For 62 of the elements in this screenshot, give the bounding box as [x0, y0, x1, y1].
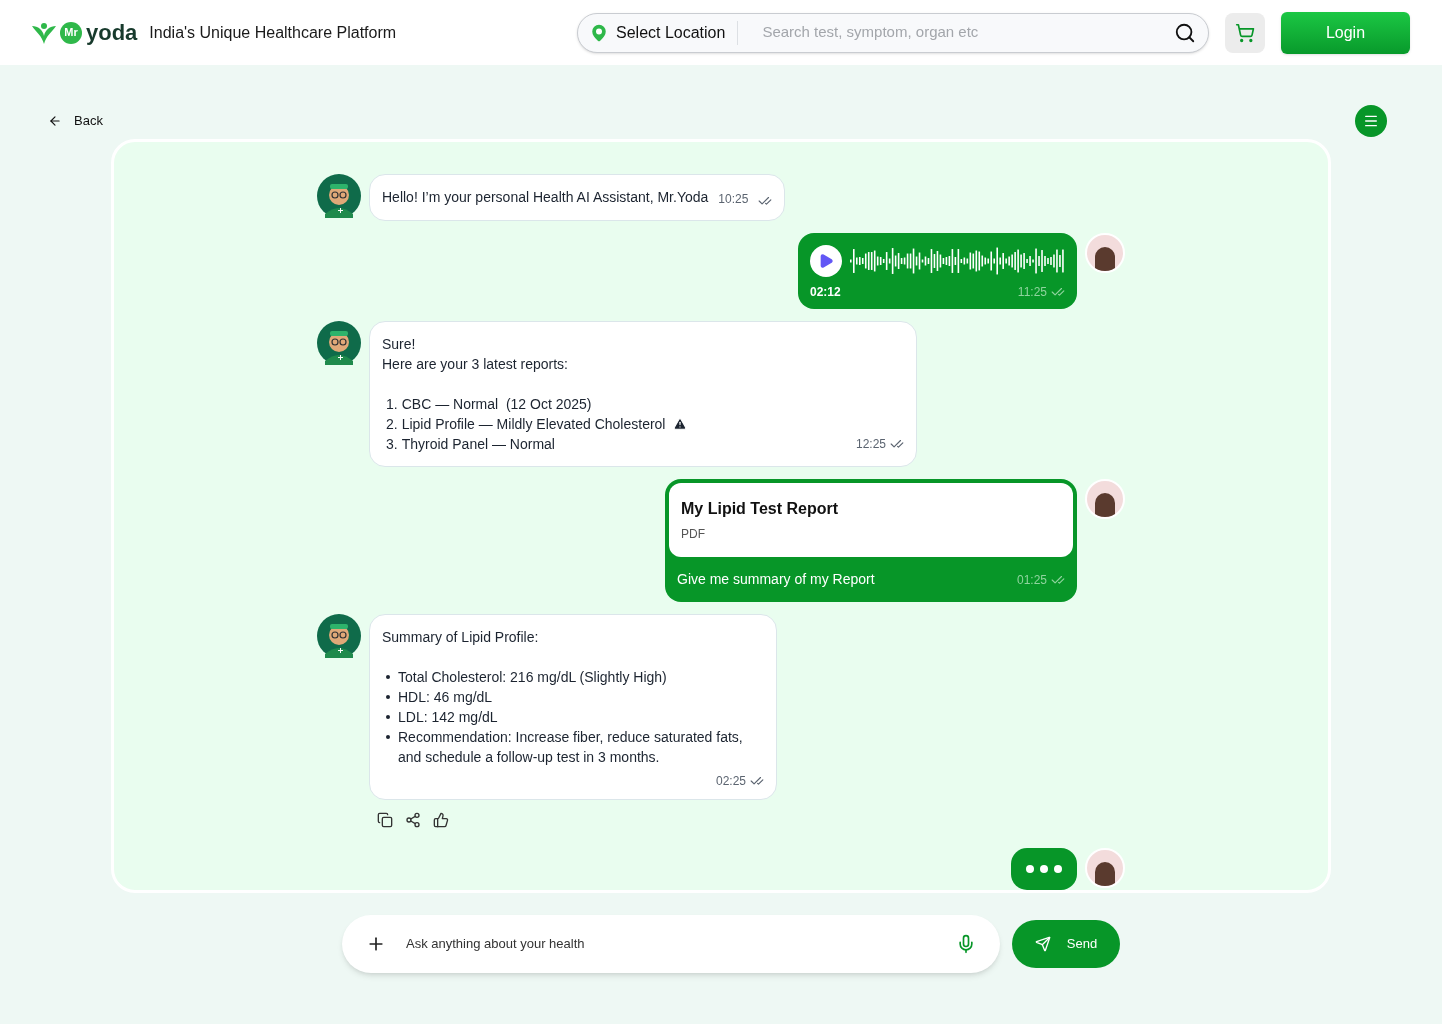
read-ticks-icon [1051, 285, 1065, 299]
share-icon[interactable] [405, 812, 421, 828]
report-item: Thyroid Panel — Normal [401, 435, 555, 454]
message-text: Here are your 3 latest reports: [382, 355, 569, 374]
menu-button[interactable] [1355, 105, 1387, 137]
location-pin-icon [590, 23, 608, 42]
typing-indicator [1011, 848, 1077, 890]
list-number: 3. [386, 435, 398, 454]
menu-icon [1363, 113, 1379, 129]
logo-badge: Mr [60, 21, 82, 44]
message-text: Hello! I’m your personal Health AI Assistant, Mr.Yoda [382, 188, 709, 207]
message-time: 11:25 [1017, 284, 1047, 301]
voice-duration: 02:12 [810, 284, 841, 301]
summary-item: Recommendation: Increase fiber, reduce saturated fats, and schedule a follow-up test in 3 months. [398, 728, 744, 767]
send-icon [1034, 936, 1051, 952]
message-text: Sure! [382, 335, 417, 354]
cart-icon [1235, 22, 1255, 43]
search-bar[interactable]: Select Location Search test, symptom, organ etc [577, 12, 1209, 53]
message-time: 02:25 [715, 773, 746, 790]
report-item: CBC — Normal (12 Oct 2025) [401, 395, 592, 414]
doctor-avatar-icon [317, 614, 361, 658]
sprout-logo-icon [32, 21, 56, 44]
summary-item: LDL: 142 mg/dL [398, 708, 498, 727]
doctor-avatar-icon [317, 174, 361, 218]
microphone-icon[interactable] [956, 934, 976, 954]
copy-icon[interactable] [377, 812, 393, 828]
bullet-icon [386, 695, 390, 699]
list-number: 1. [386, 395, 398, 414]
read-ticks-icon [890, 437, 904, 451]
message-composer[interactable]: Ask anything about your health [342, 915, 1000, 973]
read-ticks-icon [750, 774, 764, 788]
bullet-icon [386, 735, 390, 739]
list-number: 2. [386, 415, 398, 434]
search-icon[interactable] [1174, 21, 1196, 44]
message-text: Give me summary of my Report [677, 570, 875, 589]
thumbs-up-icon[interactable] [433, 812, 449, 828]
message-input[interactable]: Ask anything about your health [406, 934, 936, 954]
message-time: 01:25 [1016, 571, 1047, 589]
message-text: Summary of Lipid Profile: [382, 628, 540, 647]
message-time: 12:25 [855, 436, 886, 453]
summary-item: HDL: 46 mg/dL [398, 688, 493, 707]
tagline: India's Unique Healthcare Platform [149, 22, 397, 43]
search-input[interactable]: Search test, symptom, organ etc [738, 21, 1174, 44]
user-avatar [1085, 233, 1125, 273]
send-button[interactable]: Send [1012, 920, 1120, 968]
summary-item: Total Cholesterol: 216 mg/dL (Slightly High) [398, 668, 667, 687]
file-title: My Lipid Test Report [681, 499, 840, 519]
play-button[interactable] [810, 245, 842, 277]
user-avatar [1085, 479, 1125, 519]
message-time: 10:25 [718, 191, 749, 208]
read-ticks-icon [758, 194, 773, 208]
bullet-icon [386, 715, 390, 719]
doctor-avatar-icon [317, 321, 361, 365]
bullet-icon [386, 675, 390, 679]
location-button[interactable]: Select Location [590, 20, 739, 45]
report-item: Lipid Profile — Mildly Elevated Cholesterol [401, 415, 666, 434]
file-card[interactable]: My Lipid Test Report PDF [669, 483, 1073, 557]
cart-button[interactable] [1225, 12, 1265, 53]
user-avatar [1085, 848, 1125, 888]
logo-wordmark: yoda [86, 21, 138, 44]
file-type: PDF [681, 526, 706, 543]
back-link[interactable]: Back [48, 111, 103, 131]
